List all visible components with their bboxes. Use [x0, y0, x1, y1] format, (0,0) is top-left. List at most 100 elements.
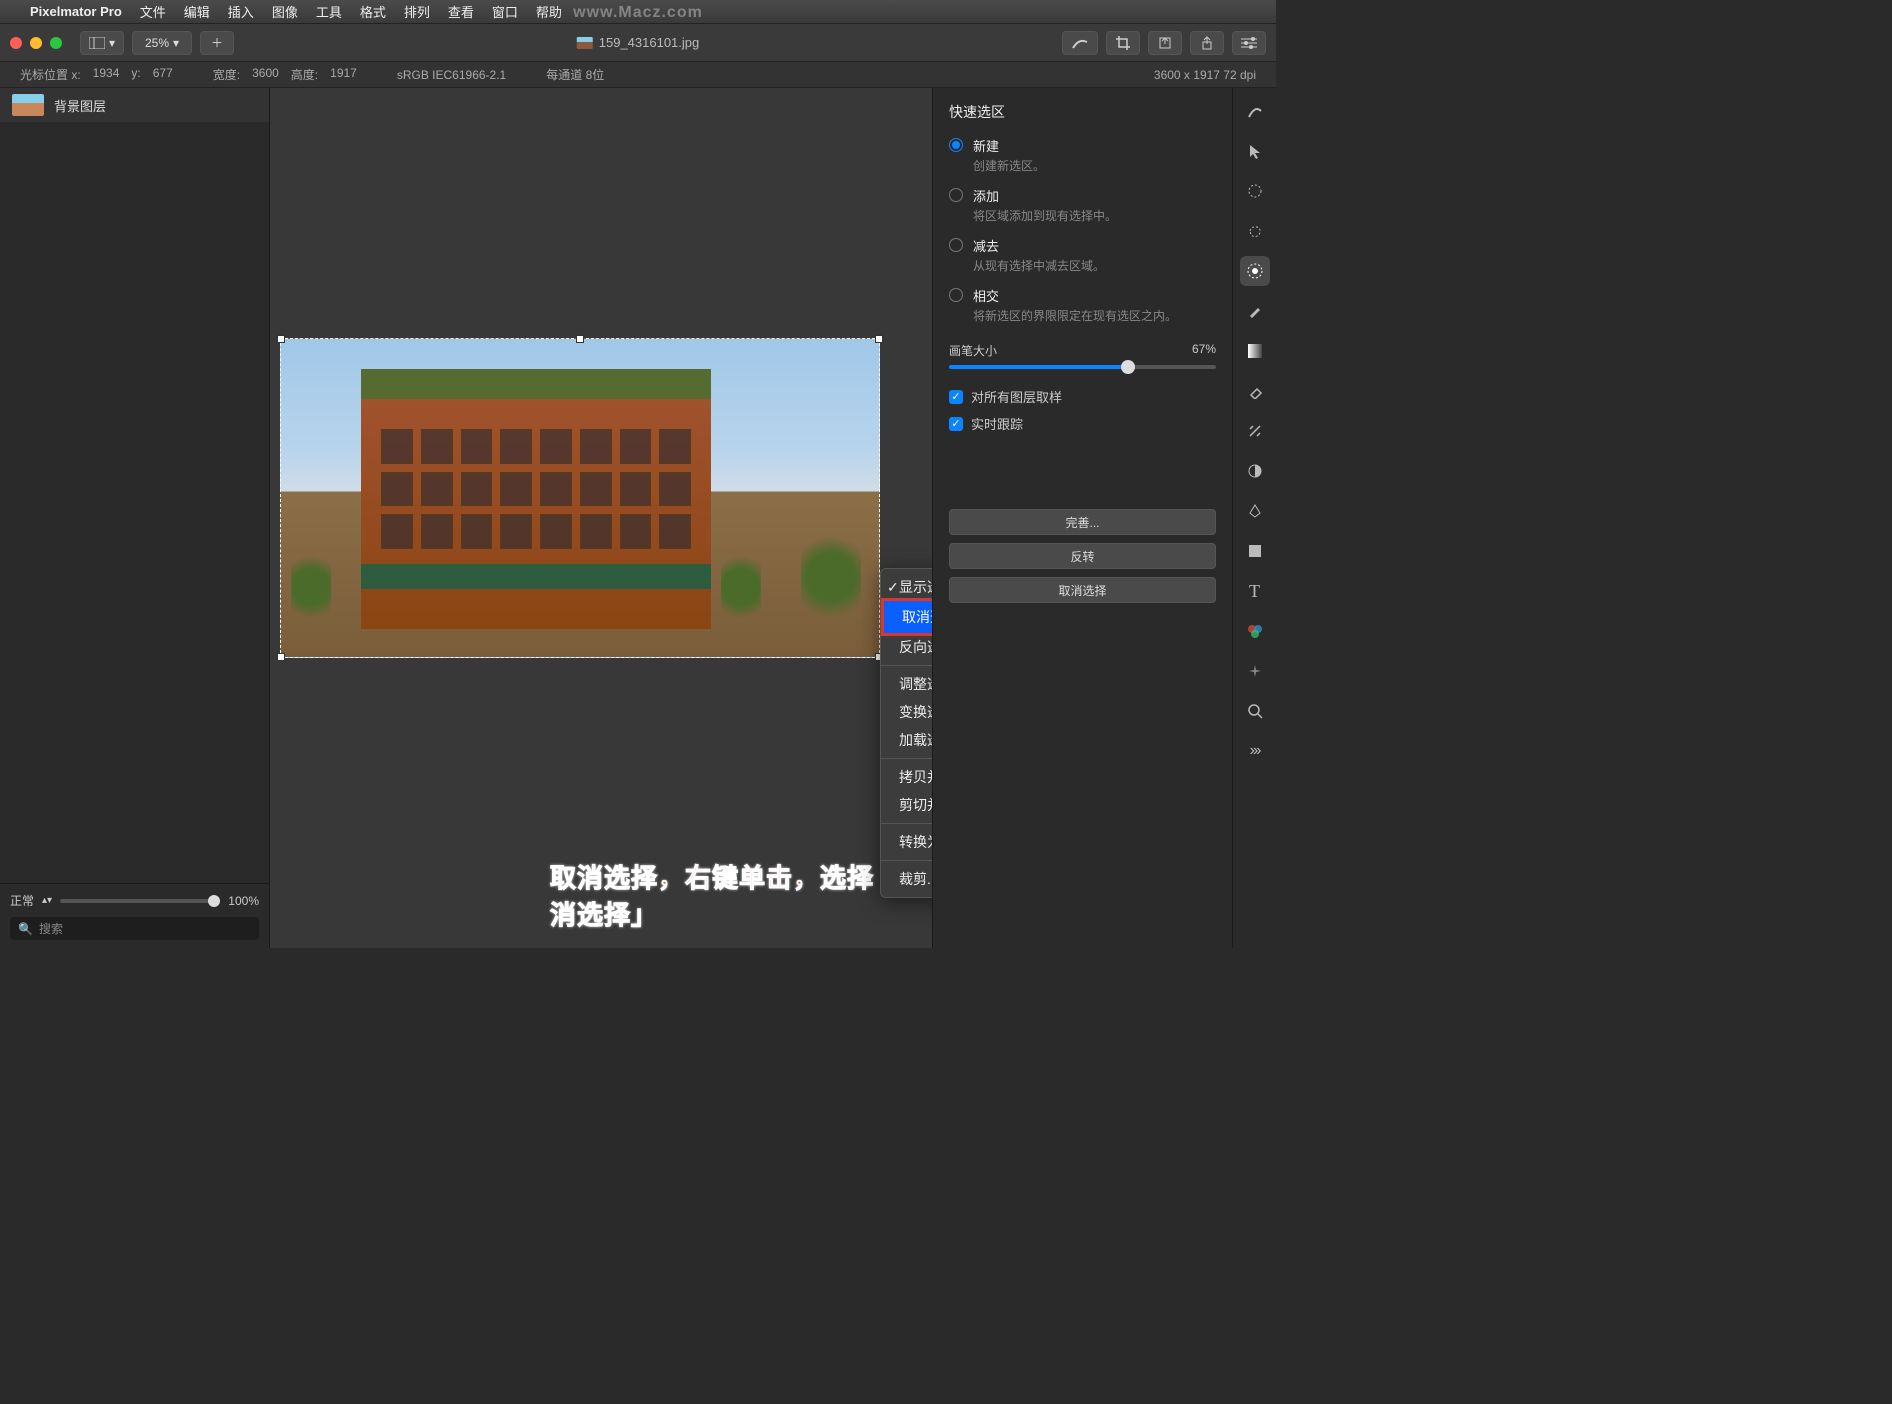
bitdepth-value: 每通道 8位	[546, 66, 604, 83]
sidebar-toggle-button[interactable]: ▾	[80, 31, 124, 55]
cm-cut-paste-layer[interactable]: 剪切并粘贴为图层	[881, 791, 932, 819]
app-name[interactable]: Pixelmator Pro	[30, 4, 122, 19]
info-bar: 光标位置 x: 1934 y: 677 宽度: 3600 高度: 1917 sR…	[0, 62, 1276, 88]
crop-tool-button[interactable]	[1106, 31, 1140, 55]
style-tool-icon[interactable]	[1240, 96, 1270, 126]
layer-name: 背景图层	[54, 96, 106, 115]
dimensions-value: 3600 x 1917 72 dpi	[1154, 68, 1256, 82]
more-tools-icon[interactable]: ›››	[1240, 736, 1270, 766]
paint-tool-icon[interactable]	[1240, 296, 1270, 326]
layer-opacity-value: 100%	[228, 894, 259, 908]
layer-row-background[interactable]: 背景图层	[0, 88, 269, 122]
selection-handle[interactable]	[277, 653, 285, 661]
window-controls	[10, 37, 62, 49]
blend-mode-dropdown[interactable]: 正常	[10, 892, 34, 909]
menu-arrange[interactable]: 排列	[404, 2, 430, 21]
cursor-x-label: 光标位置 x:	[20, 66, 81, 83]
adjustments-button[interactable]	[1232, 31, 1266, 55]
tool-options-panel: 快速选区 新建创建新选区。 添加将区域添加到现有选择中。 减去从现有选择中减去区…	[932, 88, 1232, 948]
color-adjust-icon[interactable]	[1240, 456, 1270, 486]
width-label: 宽度:	[213, 66, 240, 83]
menu-format[interactable]: 格式	[360, 2, 386, 21]
selection-handle[interactable]	[875, 335, 883, 343]
radio-icon	[949, 288, 963, 302]
marquee-tool-icon[interactable]	[1240, 176, 1270, 206]
checkbox-icon: ✓	[949, 417, 963, 431]
menu-file[interactable]: 文件	[140, 2, 166, 21]
colorspace-value: sRGB IEC61966-2.1	[397, 68, 506, 82]
arrow-tool-icon[interactable]	[1240, 136, 1270, 166]
layer-search-input[interactable]: 🔍 搜索	[10, 917, 259, 940]
gradient-tool-icon[interactable]	[1240, 336, 1270, 366]
cm-invert-selection[interactable]: 反向选择	[881, 633, 932, 661]
add-button[interactable]: ＋	[200, 31, 234, 55]
menu-window[interactable]: 窗口	[492, 2, 518, 21]
cursor-y-value: 677	[153, 66, 173, 83]
text-tool-icon[interactable]: T	[1240, 576, 1270, 606]
layer-opacity-slider[interactable]	[60, 899, 220, 903]
mode-add[interactable]: 添加将区域添加到现有选择中。	[949, 186, 1216, 224]
quick-select-tool-icon[interactable]	[1240, 256, 1270, 286]
cm-crop[interactable]: 裁剪...	[881, 865, 932, 893]
share-button[interactable]	[1190, 31, 1224, 55]
menu-tools[interactable]: 工具	[316, 2, 342, 21]
brush-size-slider[interactable]	[949, 365, 1216, 369]
shape-tool-icon[interactable]	[1240, 536, 1270, 566]
menu-edit[interactable]: 编辑	[184, 2, 210, 21]
cursor-y-label: y:	[131, 66, 140, 83]
cm-convert-to-shape[interactable]: 转换为形状	[881, 828, 932, 856]
width-value: 3600	[252, 66, 279, 83]
zoom-tool-icon[interactable]	[1240, 696, 1270, 726]
cm-adjust-selection[interactable]: 调整选区...	[881, 670, 932, 698]
app-toolbar: ▾ 25%▾ ＋ 159_4316101.jpg	[0, 24, 1276, 62]
menu-help[interactable]: 帮助	[536, 2, 562, 21]
sample-all-layers-checkbox[interactable]: ✓ 对所有图层取样	[949, 387, 1216, 406]
system-menubar: Pixelmator Pro 文件 编辑 插入 图像 工具 格式 排列 查看 窗…	[0, 0, 1276, 24]
menu-insert[interactable]: 插入	[228, 2, 254, 21]
selection-handle[interactable]	[576, 335, 584, 343]
cm-show-handles[interactable]: 显示选择手柄	[881, 573, 932, 601]
canvas-image[interactable]	[280, 338, 880, 658]
menu-image[interactable]: 图像	[272, 2, 298, 21]
selection-handle[interactable]	[277, 335, 285, 343]
zoom-dropdown[interactable]: 25%▾	[132, 31, 192, 55]
cm-copy-paste-layer[interactable]: 拷贝并粘贴为图层	[881, 763, 932, 791]
color-picker-icon[interactable]	[1240, 616, 1270, 646]
refine-button[interactable]: 完善...	[949, 509, 1216, 535]
cursor-x-value: 1934	[93, 66, 120, 83]
cm-transform-selection[interactable]: 变换选择...	[881, 698, 932, 726]
search-icon: 🔍	[18, 922, 33, 936]
repair-tool-icon[interactable]	[1240, 416, 1270, 446]
document-title: 159_4316101.jpg	[577, 35, 700, 50]
minimize-window-button[interactable]	[30, 37, 42, 49]
brush-size-label: 画笔大小	[949, 342, 997, 359]
layer-thumb-icon	[12, 94, 44, 116]
canvas-area[interactable]: 显示选择手柄 取消选择 反向选择 调整选区... 变换选择... 加载选择 拷贝…	[270, 88, 932, 948]
mode-subtract[interactable]: 减去从现有选择中减去区域。	[949, 236, 1216, 274]
tool-strip: T ›››	[1232, 88, 1276, 948]
pen-tool-icon[interactable]	[1240, 496, 1270, 526]
context-menu: 显示选择手柄 取消选择 反向选择 调整选区... 变换选择... 加载选择 拷贝…	[880, 568, 932, 898]
cm-load-selection[interactable]: 加载选择	[881, 726, 932, 754]
invert-button[interactable]: 反转	[949, 543, 1216, 569]
mode-intersect[interactable]: 相交将新选区的界限限定在现有选区之内。	[949, 286, 1216, 324]
cm-deselect[interactable]: 取消选择	[881, 598, 932, 636]
height-label: 高度:	[291, 66, 318, 83]
erase-tool-icon[interactable]	[1240, 376, 1270, 406]
close-window-button[interactable]	[10, 37, 22, 49]
menu-view[interactable]: 查看	[448, 2, 474, 21]
brush-size-value: 67%	[1192, 342, 1216, 359]
radio-icon	[949, 188, 963, 202]
deselect-button[interactable]: 取消选择	[949, 577, 1216, 603]
effects-tool-icon[interactable]	[1240, 656, 1270, 686]
brush-tool-button[interactable]	[1062, 31, 1098, 55]
mode-new[interactable]: 新建创建新选区。	[949, 136, 1216, 174]
freeform-select-icon[interactable]	[1240, 216, 1270, 246]
maximize-window-button[interactable]	[50, 37, 62, 49]
blend-mode-stepper-icon[interactable]: ▴▾	[42, 895, 52, 906]
tutorial-caption: 取消选择，右键单击，选择「取消选择」	[550, 858, 932, 932]
layers-panel: 背景图层 正常 ▴▾ 100% 🔍 搜索	[0, 88, 270, 948]
image-building	[361, 399, 711, 629]
live-tracking-checkbox[interactable]: ✓ 实时跟踪	[949, 414, 1216, 433]
export-button[interactable]	[1148, 31, 1182, 55]
